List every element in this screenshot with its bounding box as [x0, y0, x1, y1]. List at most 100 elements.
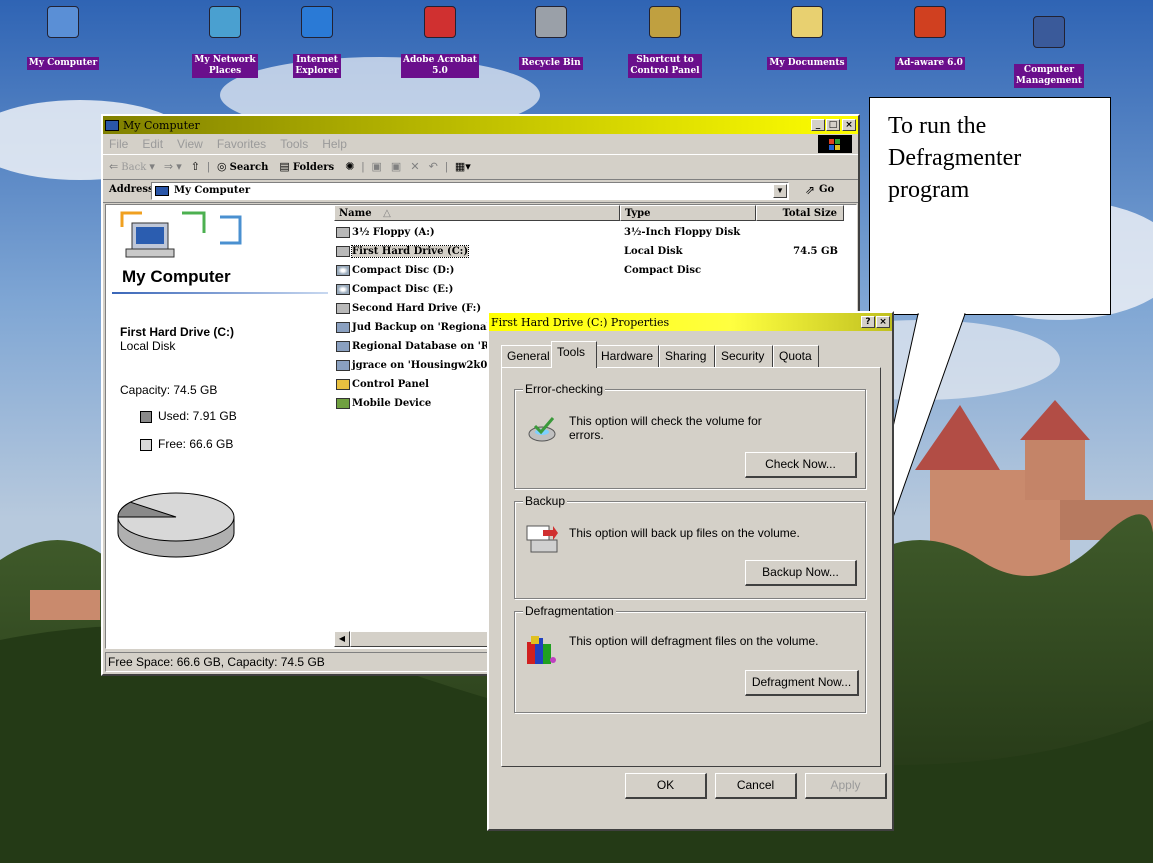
my-computer-titlebar[interactable]: My Computer _ □ ×: [103, 116, 858, 134]
file-item-size: 74.5 GB: [793, 246, 838, 257]
search-icon[interactable]: ◎: [217, 161, 227, 173]
file-item-type: Compact Disc: [624, 265, 702, 276]
recycle-bin-desktop-icon[interactable]: Recycle Bin: [506, 6, 596, 70]
delete-icon[interactable]: ✕: [410, 161, 419, 173]
network-drive-icon: [336, 341, 350, 352]
up-folder-icon[interactable]: ⇧: [191, 161, 200, 173]
back-arrow-icon[interactable]: ⇐: [109, 161, 118, 173]
menu-tools[interactable]: Tools: [280, 137, 308, 151]
properties-close-button[interactable]: ×: [876, 316, 890, 328]
cd-drive-icon: [336, 284, 350, 295]
history-icon[interactable]: ✺: [345, 161, 354, 173]
apply-button[interactable]: Apply: [805, 773, 887, 799]
standard-toolbar: ⇐ Back ▾ ⇒ ▾ ⇧ | ◎ Search ▤ Folders ✺ | …: [103, 154, 858, 180]
mobile-device-icon: [336, 398, 350, 409]
properties-titlebar[interactable]: First Hard Drive (C:) Properties ? ×: [489, 313, 892, 331]
my-network-places-desktop-icon[interactable]: My Network Places: [180, 6, 270, 78]
my-documents-desktop-icon[interactable]: My Documents: [762, 6, 852, 70]
file-item-name: Regional Database on 'Rep: [336, 337, 503, 356]
menu-file[interactable]: File: [109, 137, 128, 151]
file-item-name: jgrace on 'Housingw2k01': [336, 356, 497, 375]
window-title: My Computer: [123, 118, 200, 132]
folders-icon[interactable]: ▤: [279, 161, 289, 173]
file-item-name: Second Hard Drive (F:): [336, 299, 481, 318]
forward-arrow-icon[interactable]: ⇒ ▾: [164, 161, 182, 173]
control-panel-shortcut-desktop-icon[interactable]: Shortcut to Control Panel: [620, 6, 710, 78]
address-input[interactable]: My Computer ▼: [151, 182, 789, 200]
file-item-name: 3½ Floppy (A:): [336, 223, 435, 242]
column-type-label: Type: [625, 208, 651, 219]
menu-edit[interactable]: Edit: [142, 137, 163, 151]
used-legend: Used: 7.91 GB: [140, 409, 237, 423]
file-list-row[interactable]: First Hard Drive (C:) Local Disk 74.5 GB: [334, 242, 854, 261]
recycle-bin-icon: [535, 6, 567, 38]
capacity-text: Capacity: 74.5 GB: [120, 383, 218, 397]
file-item-label: Second Hard Drive (F:): [352, 303, 482, 314]
adobe-acrobat-desktop-icon[interactable]: Adobe Acrobat 5.0: [395, 6, 485, 78]
check-now-button[interactable]: Check Now...: [745, 452, 857, 478]
tab-hardware[interactable]: Hardware: [595, 345, 659, 367]
tab-security[interactable]: Security: [715, 345, 773, 367]
file-item-name: Compact Disc (E:): [336, 280, 453, 299]
file-item-name: Compact Disc (D:): [336, 261, 454, 280]
error-checking-text: This option will check the volume for er…: [569, 414, 762, 442]
desktop-icon-label: Internet Explorer: [293, 54, 341, 78]
address-dropdown-button[interactable]: ▼: [773, 184, 787, 198]
back-dropdown-icon[interactable]: ▾: [149, 161, 155, 173]
callout-box: To run the Defragmenter program: [869, 97, 1111, 315]
left-info-panel: My Computer First Hard Drive (C:) Local …: [106, 205, 334, 648]
maximize-button[interactable]: □: [826, 119, 840, 131]
check-disk-icon: [528, 417, 556, 442]
column-header-size[interactable]: Total Size: [756, 205, 844, 221]
tab-quota[interactable]: Quota: [773, 345, 819, 367]
internet-explorer-desktop-icon[interactable]: Internet Explorer: [272, 6, 362, 78]
file-list-row[interactable]: Compact Disc (D:) Compact Disc: [334, 261, 854, 280]
column-size-label: Total Size: [782, 208, 837, 219]
ok-button[interactable]: OK: [625, 773, 707, 799]
search-button[interactable]: Search: [230, 162, 269, 173]
go-button[interactable]: Go: [819, 184, 834, 195]
computer-management-desktop-icon[interactable]: Computer Management: [1004, 16, 1094, 88]
ad-aware-desktop-icon[interactable]: Ad-aware 6.0: [885, 6, 975, 70]
defragment-now-button[interactable]: Defragment Now...: [745, 670, 859, 696]
views-icon[interactable]: ▦▾: [455, 161, 471, 173]
file-item-label: Compact Disc (D:): [352, 265, 455, 276]
menu-view[interactable]: View: [177, 137, 203, 151]
computer-management-icon: [1033, 16, 1065, 48]
properties-dialog: First Hard Drive (C:) Properties ? × Gen…: [487, 311, 894, 831]
folders-button[interactable]: Folders: [293, 162, 334, 173]
menu-help[interactable]: Help: [322, 137, 347, 151]
cancel-button[interactable]: Cancel: [715, 773, 797, 799]
help-button[interactable]: ?: [861, 316, 875, 328]
desktop-icon-label: Recycle Bin: [519, 57, 583, 70]
minimize-button[interactable]: _: [811, 119, 825, 131]
file-list-row[interactable]: 3½ Floppy (A:) 3½-Inch Floppy Disk: [334, 223, 854, 242]
column-header-name[interactable]: Name △: [334, 205, 620, 221]
scroll-left-button[interactable]: ◀: [334, 631, 350, 647]
desktop-icon-label: My Computer: [26, 57, 100, 70]
file-item-name: Jud Backup on 'Regionalse: [336, 318, 502, 337]
menu-favorites[interactable]: Favorites: [217, 137, 266, 151]
file-list-row[interactable]: Compact Disc (E:): [334, 280, 854, 299]
control-panel-icon: [336, 379, 350, 390]
backup-now-button[interactable]: Backup Now...: [745, 560, 857, 586]
tab-sharing[interactable]: Sharing: [659, 345, 715, 367]
back-button[interactable]: Back: [121, 162, 146, 173]
go-arrow-icon[interactable]: ⇗: [805, 183, 815, 197]
column-name-label: Name: [339, 208, 372, 219]
used-swatch: [140, 410, 152, 423]
move-to-icon[interactable]: ▣: [371, 161, 381, 173]
file-item-label: Jud Backup on 'Regionalse: [352, 322, 503, 333]
computer-icon: [155, 186, 169, 196]
undo-icon[interactable]: ↶: [429, 161, 438, 173]
menu-bar: File Edit View Favorites Tools Help: [103, 134, 858, 154]
column-header-type[interactable]: Type: [620, 205, 756, 221]
my-computer-desktop-icon[interactable]: My Computer: [18, 6, 108, 70]
defragmentation-title: Defragmentation: [523, 604, 616, 618]
close-button[interactable]: ×: [842, 119, 856, 131]
drive-name: First Hard Drive (C:): [120, 325, 235, 339]
tab-tools[interactable]: Tools: [551, 341, 597, 368]
tab-general[interactable]: General: [501, 345, 553, 367]
copy-to-icon[interactable]: ▣: [391, 161, 401, 173]
scroll-thumb[interactable]: [350, 631, 490, 647]
